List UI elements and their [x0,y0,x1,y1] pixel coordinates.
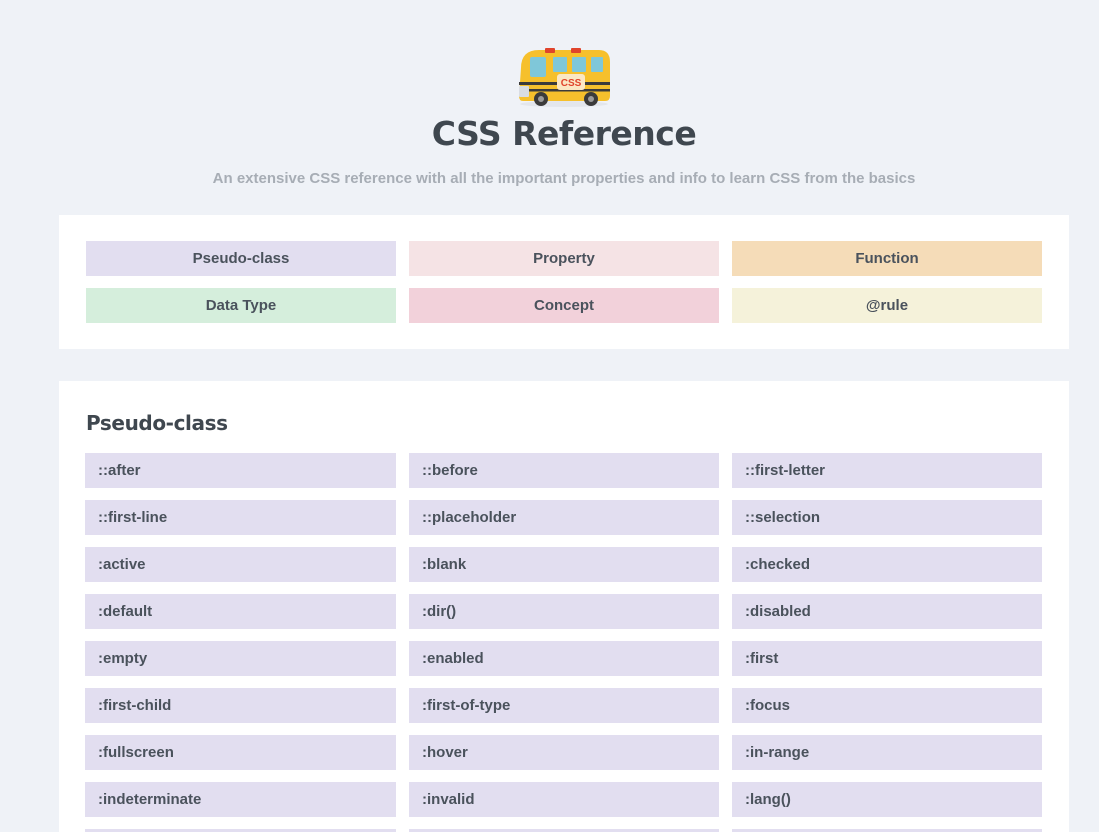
pseudo-class-item[interactable]: ::first-line [85,500,396,535]
pseudo-class-item[interactable]: :first-of-type [409,688,719,723]
pseudo-class-item[interactable]: ::placeholder [409,500,719,535]
pseudo-class-item[interactable]: :first-child [85,688,396,723]
pseudo-class-section: Pseudo-class ::after::before::first-lett… [59,381,1069,832]
pseudo-class-item[interactable]: ::before [409,453,719,488]
legend-data-type[interactable]: Data Type [86,288,396,323]
pseudo-class-item[interactable]: :invalid [409,782,719,817]
legend-property[interactable]: Property [409,241,719,276]
pseudo-class-item[interactable]: ::first-letter [732,453,1042,488]
pseudo-class-item[interactable]: :in-range [732,735,1042,770]
pseudo-class-item[interactable]: :indeterminate [85,782,396,817]
legend-pseudo-class[interactable]: Pseudo-class [86,241,396,276]
school-bus-icon: CSS [519,48,610,107]
pseudo-class-item[interactable]: :fullscreen [85,735,396,770]
pseudo-class-item[interactable]: ::selection [732,500,1042,535]
category-legend: Pseudo-class Property Function Data Type… [59,215,1069,349]
pseudo-class-item[interactable]: ::after [85,453,396,488]
page-subtitle: An extensive CSS reference with all the … [212,170,916,187]
legend-grid: Pseudo-class Property Function Data Type… [86,241,1042,323]
pseudo-class-item[interactable]: :empty [85,641,396,676]
pseudo-class-item[interactable]: :default [85,594,396,629]
pseudo-class-item[interactable]: :enabled [409,641,719,676]
pseudo-class-item[interactable]: :blank [409,547,719,582]
legend-concept[interactable]: Concept [409,288,719,323]
section-title: Pseudo-class [86,411,228,435]
pseudo-class-item[interactable]: :first [732,641,1042,676]
logo-text: CSS [561,78,582,89]
pseudo-class-item[interactable]: :checked [732,547,1042,582]
pseudo-class-item[interactable]: :focus [732,688,1042,723]
pseudo-class-item[interactable]: :hover [409,735,719,770]
app-logo: CSS [515,46,613,108]
pseudo-class-item[interactable]: :disabled [732,594,1042,629]
legend-at-rule[interactable]: @rule [732,288,1042,323]
page-title: CSS Reference [431,114,697,153]
pseudo-class-list: ::after::before::first-letter::first-lin… [85,453,1042,832]
pseudo-class-item[interactable]: :dir() [409,594,719,629]
legend-function[interactable]: Function [732,241,1042,276]
pseudo-class-item[interactable]: :active [85,547,396,582]
pseudo-class-item[interactable]: :lang() [732,782,1042,817]
